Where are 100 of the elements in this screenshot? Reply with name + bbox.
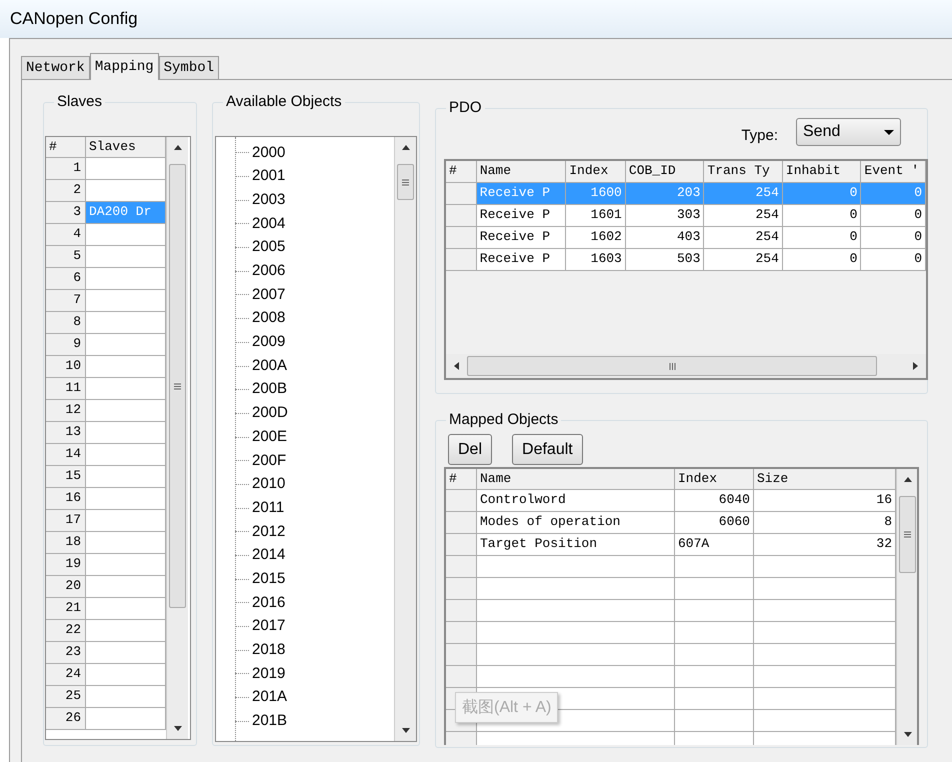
tree-item[interactable]: 2015: [252, 568, 286, 590]
up-arrow-icon[interactable]: [904, 477, 912, 482]
table-cell[interactable]: 1602: [566, 227, 626, 248]
column-header[interactable]: Index: [566, 161, 626, 182]
tree-item[interactable]: 2004: [252, 212, 286, 236]
tree-item[interactable]: 201B: [252, 710, 288, 733]
tree-item[interactable]: 2006: [252, 260, 286, 283]
scrollbar-thumb[interactable]: [169, 164, 186, 608]
table-cell[interactable]: 254: [704, 249, 783, 270]
column-header[interactable]: #: [446, 469, 477, 489]
down-arrow-icon[interactable]: [174, 726, 182, 731]
row-number: 11: [46, 378, 86, 399]
table-cell[interactable]: 0: [861, 227, 926, 248]
scrollbar[interactable]: [896, 469, 917, 745]
tree-item[interactable]: 2019: [252, 662, 286, 686]
column-header[interactable]: COB_ID: [626, 161, 704, 182]
row-number: 10: [46, 356, 86, 377]
grip-icon: [174, 382, 181, 390]
tree-item[interactable]: 2003: [252, 188, 286, 212]
table-cell[interactable]: 1601: [566, 205, 626, 226]
scrollbar-thumb[interactable]: [899, 496, 916, 573]
tree-item[interactable]: 200F: [252, 450, 286, 472]
scrollbar[interactable]: [394, 137, 416, 741]
table-cell: Controlword: [477, 490, 675, 511]
row-number: 21: [46, 598, 86, 619]
tree-item[interactable]: 2000: [252, 142, 286, 164]
default-button[interactable]: Default: [512, 434, 583, 465]
table-cell[interactable]: 0: [782, 227, 862, 248]
table-cell: Modes of operation: [477, 512, 675, 533]
row-number: 3: [46, 202, 86, 223]
row-number: 25: [46, 686, 86, 707]
table-cell[interactable]: 1603: [566, 249, 626, 270]
row-number: 24: [46, 664, 86, 685]
column-header[interactable]: #: [46, 137, 86, 157]
column-header[interactable]: Trans Ty: [704, 161, 783, 182]
row-number: 16: [46, 488, 86, 509]
down-arrow-icon[interactable]: [402, 728, 410, 733]
group-title: Mapped Objects: [446, 411, 562, 429]
table-cell[interactable]: 403: [626, 227, 704, 248]
type-dropdown[interactable]: Send: [796, 118, 901, 146]
tree-item[interactable]: 2017: [252, 615, 286, 638]
tree-item[interactable]: 2016: [252, 592, 286, 614]
row-number: 1: [46, 158, 86, 179]
table-cell[interactable]: 303: [626, 205, 704, 226]
scrollbar-thumb[interactable]: [397, 164, 414, 200]
delete-button[interactable]: Del: [448, 434, 492, 465]
row-number: 15: [46, 466, 86, 487]
table-cell[interactable]: 254: [704, 205, 783, 226]
tree-item[interactable]: 2012: [252, 520, 286, 544]
tree-item[interactable]: 2001: [252, 165, 286, 188]
tree-item[interactable]: 200D: [252, 402, 288, 425]
up-arrow-icon[interactable]: [402, 145, 410, 150]
column-header[interactable]: #: [446, 161, 477, 182]
tree-item[interactable]: 2005: [252, 236, 286, 259]
row-number: 6: [46, 268, 86, 289]
tree-item[interactable]: 2014: [252, 544, 286, 567]
table-cell[interactable]: 503: [626, 249, 704, 270]
left-arrow-icon[interactable]: [454, 362, 459, 370]
table-cell[interactable]: 0: [861, 249, 926, 270]
column-header[interactable]: Inhabit: [782, 161, 862, 182]
row-number: 18: [46, 532, 86, 553]
tree-item[interactable]: 200E: [252, 426, 288, 448]
tree-item[interactable]: 2011: [252, 496, 284, 520]
scrollbar[interactable]: [166, 137, 188, 739]
tab[interactable]: Symbol: [158, 56, 220, 79]
table-cell[interactable]: Receive P: [476, 205, 566, 226]
tree-item[interactable]: 2009: [252, 331, 286, 354]
tab[interactable]: Network: [21, 56, 90, 79]
tree-item[interactable]: 2007: [252, 284, 286, 306]
column-header[interactable]: Name: [476, 161, 566, 182]
type-label: Type:: [741, 126, 778, 146]
scrollbar-thumb[interactable]: [467, 356, 877, 376]
table-cell[interactable]: 0: [782, 205, 862, 226]
table-cell[interactable]: 0: [782, 249, 862, 270]
right-arrow-icon[interactable]: [913, 362, 918, 370]
tree-item[interactable]: 2018: [252, 639, 286, 662]
tree-item[interactable]: 2008: [252, 307, 286, 330]
table-cell[interactable]: Receive P: [476, 227, 566, 248]
table-cell: 6040: [675, 490, 754, 511]
column-header[interactable]: Event ': [861, 161, 926, 182]
tree-item[interactable]: 200B: [252, 378, 288, 401]
row-number: 17: [46, 510, 86, 531]
column-header[interactable]: Index: [675, 469, 754, 489]
table-cell: 607A: [675, 534, 754, 555]
row-number: 5: [46, 246, 86, 267]
table-cell[interactable]: 254: [704, 227, 783, 248]
grip-icon: [402, 178, 409, 186]
tab[interactable]: Mapping: [90, 53, 159, 80]
horizontal-scrollbar[interactable]: [446, 354, 926, 378]
table-cell[interactable]: 0: [861, 205, 926, 226]
tree-item[interactable]: 200A: [252, 354, 288, 378]
row-number: 13: [46, 422, 86, 443]
tree-item[interactable]: 201A: [252, 686, 288, 709]
tree-item[interactable]: 2010: [252, 473, 286, 496]
row-number: 9: [46, 334, 86, 355]
table-cell: Target Position: [477, 534, 675, 555]
table-cell[interactable]: Receive P: [476, 249, 566, 270]
up-arrow-icon[interactable]: [174, 145, 182, 150]
column-header[interactable]: Name: [477, 469, 675, 489]
down-arrow-icon[interactable]: [904, 732, 912, 737]
